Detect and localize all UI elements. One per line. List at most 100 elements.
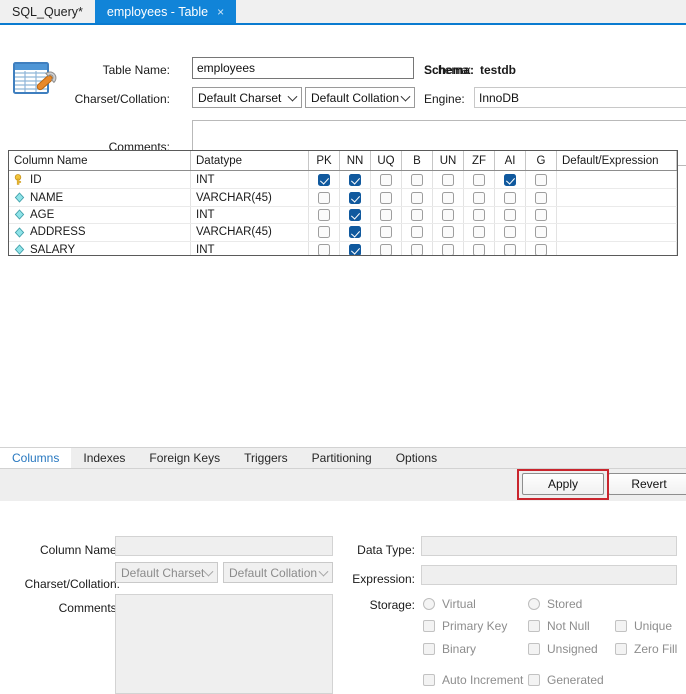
checkbox-nn-icon[interactable] <box>349 244 361 256</box>
checkbox-g-icon[interactable] <box>535 244 547 256</box>
checkbox-zf-icon[interactable] <box>473 244 485 256</box>
cell-flag-uq[interactable] <box>371 189 402 205</box>
cell-flag-un[interactable] <box>433 207 464 223</box>
storage-generated-checkbox[interactable]: Generated <box>528 673 604 687</box>
tab-indexes[interactable]: Indexes <box>71 448 137 468</box>
cell-flag-b[interactable] <box>402 224 433 240</box>
cell-default-expression[interactable] <box>557 224 677 240</box>
cell-column-name[interactable]: SALARY <box>9 242 191 256</box>
cell-datatype[interactable]: VARCHAR(45) <box>191 189 309 205</box>
cell-flag-pk[interactable] <box>309 224 340 240</box>
checkbox-b-icon[interactable] <box>411 174 423 186</box>
checkbox-pk-icon[interactable] <box>318 226 330 238</box>
checkbox-nn-icon[interactable] <box>349 192 361 204</box>
cell-flag-un[interactable] <box>433 224 464 240</box>
checkbox-un-icon[interactable] <box>442 209 454 221</box>
checkbox-un-icon[interactable] <box>442 226 454 238</box>
table-collation-select[interactable]: Default Collation <box>305 87 415 108</box>
tab-employees-table[interactable]: employees - Table × <box>95 0 236 24</box>
cell-flag-g[interactable] <box>526 242 557 256</box>
storage-unique-checkbox[interactable]: Unique <box>615 619 672 633</box>
checkbox-g-icon[interactable] <box>535 174 547 186</box>
revert-button[interactable]: Revert <box>608 473 686 495</box>
table-row[interactable]: AGEINT <box>9 206 677 223</box>
tab-columns[interactable]: Columns <box>0 448 71 468</box>
checkbox-zf-icon[interactable] <box>473 174 485 186</box>
checkbox-zf-icon[interactable] <box>473 209 485 221</box>
detail-column-name-input[interactable] <box>115 536 333 556</box>
cell-flag-nn[interactable] <box>340 171 371 188</box>
checkbox-b-icon[interactable] <box>411 209 423 221</box>
detail-expression-input[interactable] <box>421 565 677 585</box>
checkbox-g-icon[interactable] <box>535 226 547 238</box>
detail-data-type-input[interactable] <box>421 536 677 556</box>
cell-flag-nn[interactable] <box>340 224 371 240</box>
cell-default-expression[interactable] <box>557 207 677 223</box>
cell-flag-b[interactable] <box>402 189 433 205</box>
cell-flag-uq[interactable] <box>371 207 402 223</box>
cell-flag-zf[interactable] <box>464 171 495 188</box>
cell-flag-un[interactable] <box>433 171 464 188</box>
detail-comments-textarea[interactable] <box>115 594 333 694</box>
cell-column-name[interactable]: ID <box>9 171 191 188</box>
cell-flag-g[interactable] <box>526 224 557 240</box>
checkbox-ai-icon[interactable] <box>504 192 516 204</box>
checkbox-pk-icon[interactable] <box>318 174 330 186</box>
cell-datatype[interactable]: INT <box>191 207 309 223</box>
table-name-input[interactable] <box>192 57 414 79</box>
tab-sql-query[interactable]: SQL_Query* <box>0 0 95 24</box>
storage-binary-checkbox[interactable]: Binary <box>423 642 476 656</box>
storage-primary-key-checkbox[interactable]: Primary Key <box>423 619 507 633</box>
engine-input[interactable] <box>474 87 686 108</box>
cell-flag-ai[interactable] <box>495 189 526 205</box>
cell-datatype[interactable]: INT <box>191 242 309 256</box>
cell-flag-b[interactable] <box>402 171 433 188</box>
detail-collation-select[interactable]: Default Collation <box>223 562 333 583</box>
cell-flag-pk[interactable] <box>309 207 340 223</box>
cell-flag-ai[interactable] <box>495 171 526 188</box>
storage-not-null-checkbox[interactable]: Not Null <box>528 619 590 633</box>
storage-stored-radio[interactable]: Stored <box>528 597 582 611</box>
tab-foreign-keys[interactable]: Foreign Keys <box>137 448 232 468</box>
checkbox-g-icon[interactable] <box>535 209 547 221</box>
table-row[interactable]: NAMEVARCHAR(45) <box>9 188 677 205</box>
columns-grid[interactable]: Column Name Datatype PK NN UQ B UN ZF AI… <box>8 150 678 256</box>
tab-triggers[interactable]: Triggers <box>232 448 300 468</box>
cell-flag-zf[interactable] <box>464 207 495 223</box>
checkbox-nn-icon[interactable] <box>349 226 361 238</box>
cell-default-expression[interactable] <box>557 171 677 188</box>
cell-flag-nn[interactable] <box>340 189 371 205</box>
tab-options[interactable]: Options <box>384 448 449 468</box>
cell-flag-nn[interactable] <box>340 207 371 223</box>
close-icon[interactable]: × <box>217 6 224 18</box>
cell-datatype[interactable]: VARCHAR(45) <box>191 224 309 240</box>
cell-datatype[interactable]: INT <box>191 171 309 188</box>
table-row[interactable]: ADDRESSVARCHAR(45) <box>9 223 677 240</box>
checkbox-uq-icon[interactable] <box>380 209 392 221</box>
checkbox-pk-icon[interactable] <box>318 209 330 221</box>
cell-flag-un[interactable] <box>433 189 464 205</box>
checkbox-zf-icon[interactable] <box>473 192 485 204</box>
table-charset-select[interactable]: Default Charset <box>192 87 302 108</box>
checkbox-b-icon[interactable] <box>411 226 423 238</box>
checkbox-nn-icon[interactable] <box>349 209 361 221</box>
checkbox-uq-icon[interactable] <box>380 174 392 186</box>
cell-flag-nn[interactable] <box>340 242 371 256</box>
checkbox-g-icon[interactable] <box>535 192 547 204</box>
checkbox-un-icon[interactable] <box>442 192 454 204</box>
cell-default-expression[interactable] <box>557 242 677 256</box>
table-row[interactable]: IDINT <box>9 171 677 188</box>
checkbox-pk-icon[interactable] <box>318 192 330 204</box>
cell-column-name[interactable]: NAME <box>9 189 191 205</box>
checkbox-uq-icon[interactable] <box>380 192 392 204</box>
cell-flag-ai[interactable] <box>495 242 526 256</box>
cell-flag-ai[interactable] <box>495 224 526 240</box>
tab-partitioning[interactable]: Partitioning <box>300 448 384 468</box>
cell-flag-g[interactable] <box>526 207 557 223</box>
checkbox-zf-icon[interactable] <box>473 226 485 238</box>
checkbox-un-icon[interactable] <box>442 244 454 256</box>
checkbox-uq-icon[interactable] <box>380 244 392 256</box>
detail-charset-select[interactable]: Default Charset <box>115 562 218 583</box>
cell-flag-uq[interactable] <box>371 242 402 256</box>
cell-flag-ai[interactable] <box>495 207 526 223</box>
